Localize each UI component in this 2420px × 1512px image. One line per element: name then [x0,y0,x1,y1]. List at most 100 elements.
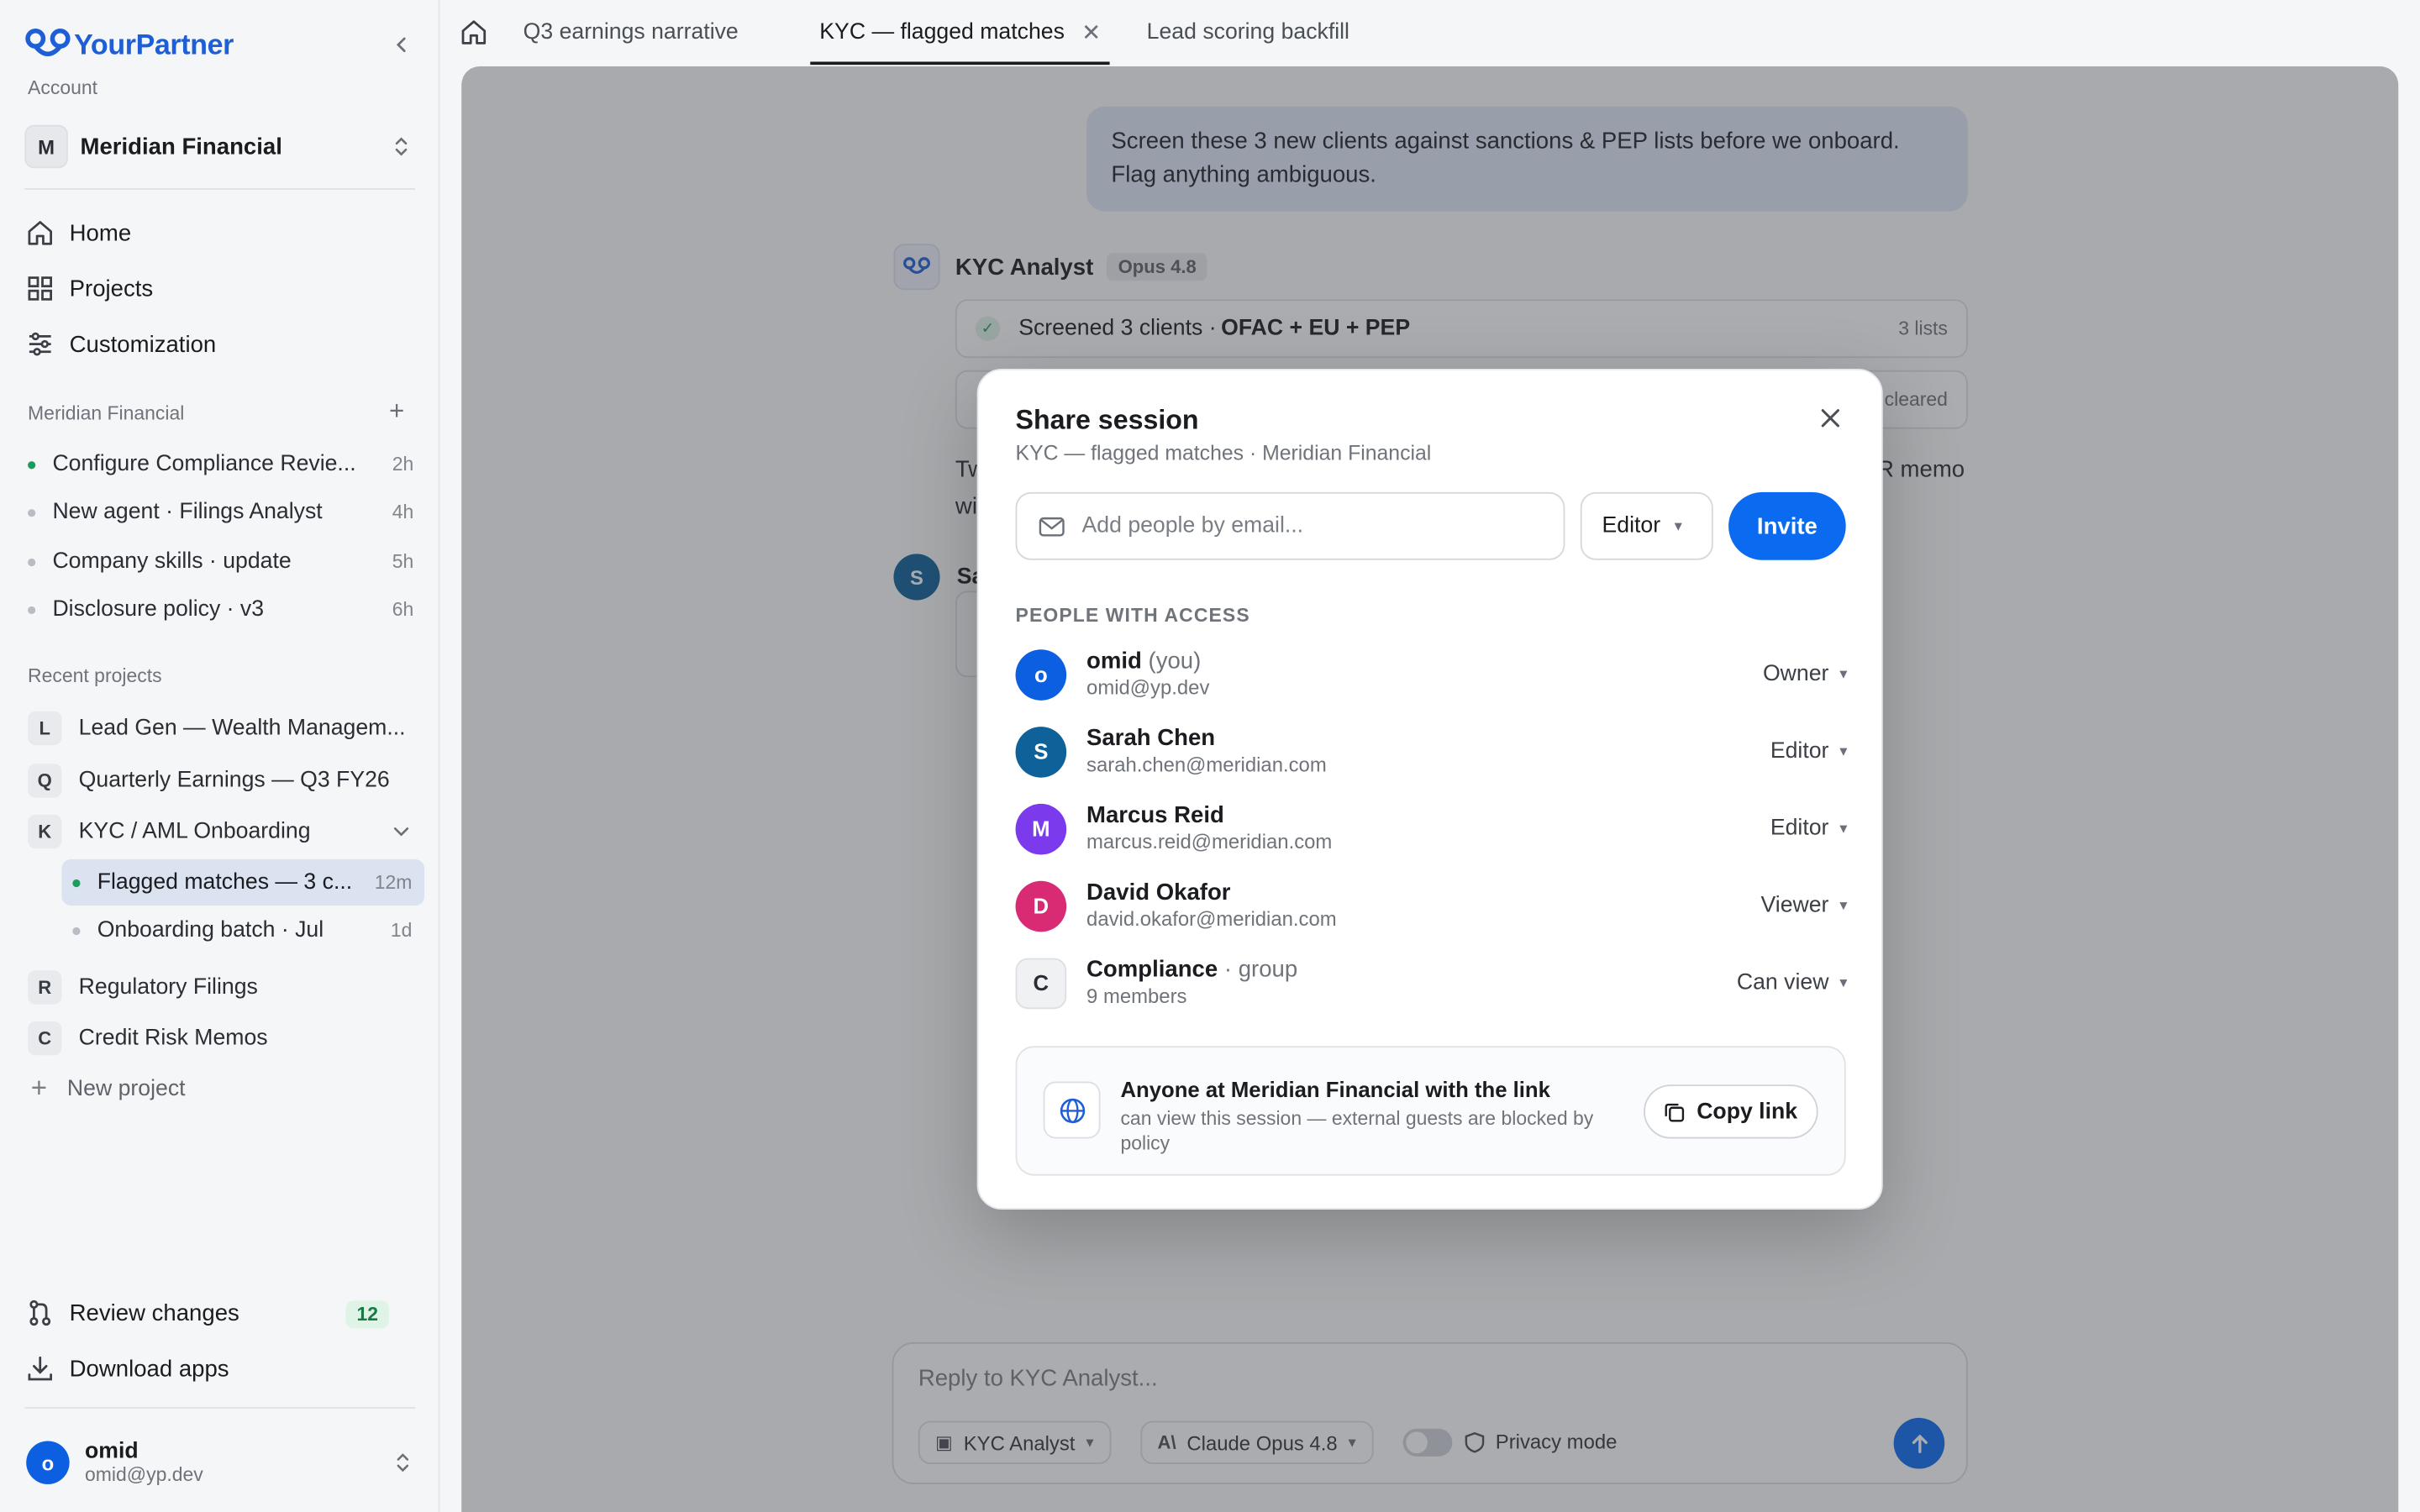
person-email: omid@yp.dev [1086,675,1210,700]
account-name: Meridian Financial [80,133,282,160]
session-label: Disclosure policy · v3 [52,596,265,622]
role-dropdown[interactable]: Editor ▾ [1770,739,1848,764]
chevron-down-icon: ▾ [1674,517,1682,535]
sliders-icon [29,332,51,356]
copy-link-button[interactable]: Copy link [1644,1084,1818,1139]
close-icon[interactable]: ✕ [1081,18,1101,46]
tab-q3-earnings[interactable]: Q3 earnings narrative [523,0,739,65]
person-name: Marcus Reid [1086,802,1224,829]
session-item[interactable]: Configure Compliance Revie... 2h [28,446,413,483]
role-value: Owner [1762,661,1829,687]
project-label: Regulatory Filings [78,974,258,1000]
role-value: Editor [1770,816,1829,842]
person-name-suffix: (you) [1141,648,1202,675]
user-name: omid [85,1439,139,1465]
project-item[interactable]: Q Quarterly Earnings — Q3 FY26 [28,759,417,802]
chevron-updown-icon [395,137,408,156]
review-changes-label: Review changes [69,1299,239,1326]
recent-projects-label: Recent projects [28,664,162,687]
role-select[interactable]: Editor ▾ [1580,491,1713,560]
tab-kyc-flagged[interactable]: KYC — flagged matches ✕ [810,0,1110,66]
project-badge: R [28,970,62,1005]
chevron-down-icon[interactable] [392,822,411,841]
role-dropdown[interactable]: Owner ▾ [1763,662,1848,686]
avatar: o [26,1441,70,1484]
nav-projects[interactable]: Projects [24,265,417,312]
person-row: o omid (you) omid@yp.dev Owner ▾ [1015,643,1848,705]
session-label: New agent · Filings Analyst [52,500,323,525]
link-sharing-description: can view this session — external guests … [1120,1107,1594,1154]
review-changes-button[interactable]: Review changes 12 [24,1289,417,1336]
session-item[interactable]: Disclosure policy · v3 6h [28,591,413,627]
people-with-access-label: PEOPLE WITH ACCESS [1015,604,1250,627]
home-tab-icon[interactable] [458,17,489,48]
group-avatar: C [1015,957,1067,1009]
project-item-expanded[interactable]: K KYC / AML Onboarding [28,810,417,853]
avatar: S [1015,726,1067,777]
app-logo[interactable]: YourPartner [24,24,417,65]
status-dot [28,460,36,469]
project-badge: Q [28,764,62,798]
copy-link-label: Copy link [1697,1099,1798,1125]
group-suffix: · group [1218,956,1298,983]
new-project-label: New project [66,1076,186,1101]
add-session-icon[interactable]: + [389,396,404,428]
sub-session[interactable]: Onboarding batch · Jul 1d [61,907,424,953]
sidebar: YourPartner Account M Meridian Financial… [0,0,440,1512]
role-dropdown[interactable]: Viewer ▾ [1761,893,1848,917]
home-icon [28,221,52,245]
plus-icon: + [30,1072,48,1104]
workspace-label: Meridian Financial [28,402,185,425]
project-item[interactable]: C Credit Risk Memos [28,1016,417,1059]
account-switcher[interactable]: M Meridian Financial [24,120,417,172]
email-field[interactable] [1015,491,1565,560]
mail-icon [1039,517,1065,536]
group-row: C Compliance · group 9 members Can view ▾ [1015,952,1848,1013]
logo-icon [25,28,71,57]
role-value: Viewer [1760,893,1829,918]
sub-session-active[interactable]: Flagged matches — 3 c... 12m [61,859,425,906]
nav-customization[interactable]: Customization [24,321,417,367]
nav-customization-label: Customization [69,330,217,358]
download-icon [28,1356,52,1381]
link-sharing-card: Anyone at Meridian Financial with the li… [1015,1046,1846,1176]
project-item[interactable]: R Regulatory Filings [28,966,417,1009]
new-project-button[interactable]: + New project [31,1073,186,1105]
project-item[interactable]: L Lead Gen — Wealth Managem... [28,706,417,749]
divider [24,1407,416,1409]
user-email: omid@yp.dev [85,1464,203,1486]
user-menu[interactable]: o omid omid@yp.dev [26,1435,418,1490]
chevron-down-icon: ▾ [1839,897,1848,915]
status-dot [28,605,36,614]
role-value: Can view [1736,970,1829,995]
globe-icon [1043,1081,1101,1139]
collapse-sidebar-icon[interactable] [386,29,417,60]
person-row: M Marcus Reid marcus.reid@meridian.com E… [1015,798,1848,859]
email-input[interactable] [1081,513,1545,539]
session-time: 4h [392,501,414,523]
download-apps-button[interactable]: Download apps [24,1346,417,1392]
status-dot [28,508,36,517]
chevron-down-icon: ▾ [1839,974,1848,992]
link-sharing-title: Anyone at Meridian Financial with the li… [1120,1077,1550,1102]
close-icon[interactable] [1813,402,1847,435]
chevron-updown-icon [397,1453,409,1473]
tab-lead-scoring[interactable]: Lead scoring backfill [1147,0,1349,65]
person-name: Sarah Chen [1086,725,1216,752]
git-branch-icon [29,1299,51,1326]
nav-projects-label: Projects [69,275,154,302]
project-badge: K [28,814,62,849]
role-dropdown[interactable]: Editor ▾ [1770,816,1848,841]
person-name: omid [1086,648,1142,675]
role-dropdown[interactable]: Can view ▾ [1737,970,1848,995]
account-label: Account [28,76,98,99]
session-item[interactable]: New agent · Filings Analyst 4h [28,494,413,531]
session-time: 5h [392,550,414,573]
invite-button[interactable]: Invite [1728,491,1846,560]
session-item[interactable]: Company skills · update 5h [28,543,413,580]
tab-bar: Q3 earnings narrative KYC — flagged matc… [439,0,2420,66]
nav-home[interactable]: Home [24,210,417,256]
project-label: Quarterly Earnings — Q3 FY26 [78,768,390,794]
project-badge: C [28,1021,62,1056]
avatar: D [1015,879,1067,932]
